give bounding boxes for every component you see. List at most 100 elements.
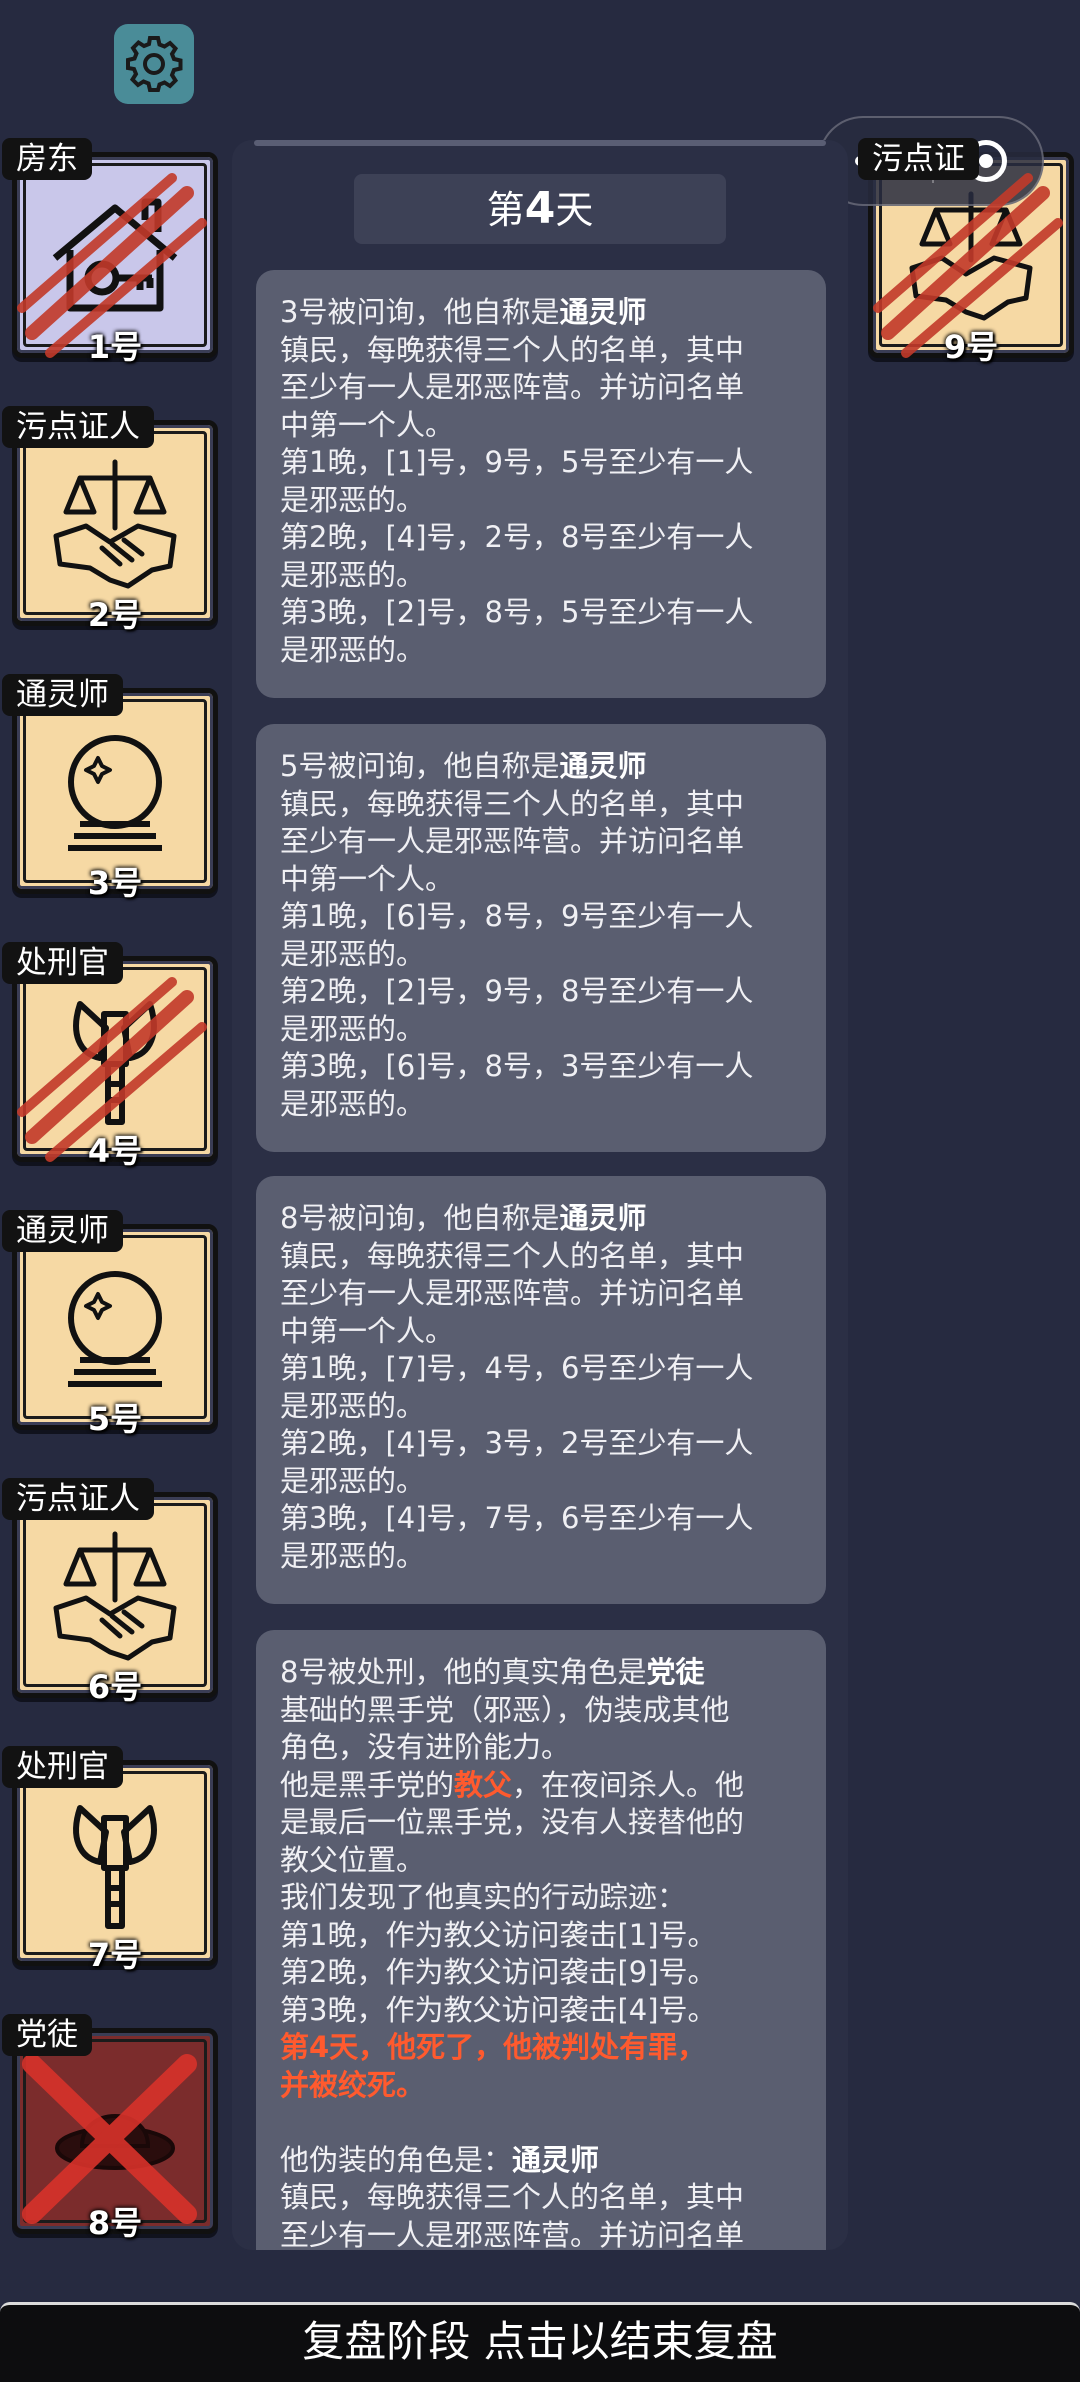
line-text: 第1晚，[1]号，9号，5号至少有一人 [280, 445, 754, 479]
end-review-button[interactable]: 复盘阶段 点击以结束复盘 [0, 2302, 1080, 2382]
line-text: 镇民，每晚获得三个人的名单，其中 [280, 1238, 745, 1273]
player-number: 3号 [87, 864, 143, 902]
line-text: 教父位置。 [280, 1842, 426, 1877]
message-line: 第2晚，[4]号，2号，8号至少有一人 [280, 519, 802, 557]
role-tag: 通灵师 [2, 1210, 123, 1252]
message-line: 8号被问询，他自称是通灵师 [280, 1200, 802, 1238]
highlight-text: 教父 [454, 1767, 513, 1802]
line-text: 是邪恶的。 [280, 1086, 426, 1121]
line-text: 是邪恶的。 [280, 1463, 426, 1498]
message-line: 并被绞死。 [280, 2067, 802, 2105]
message-line: 镇民，每晚获得三个人的名单，其中 [280, 332, 802, 370]
line-text: 第1晚，[6]号，8号，9号至少有一人 [280, 899, 754, 933]
player-card-7[interactable]: 处刑官 7号 [2, 1746, 218, 1991]
line-text: 第3晚，[2]号，8号，5号至少有一人 [280, 595, 754, 629]
message-line: 中第一个人。 [280, 1313, 802, 1351]
role-tag: 处刑官 [2, 1746, 123, 1788]
line-text: 我们发现了他真实的行动踪迹： [280, 1880, 687, 1914]
player-number: 9号 [943, 328, 999, 366]
line-text: 基础的黑手党（邪恶），伪装成其他 [280, 1692, 730, 1727]
scales-handshake-icon [53, 459, 177, 589]
message-line [280, 2104, 802, 2142]
role-tag: 污点证人 [2, 406, 154, 448]
line-text: ，在夜间杀人。他 [512, 1767, 745, 1802]
message-line: 至少有一人是邪恶阵营。并访问名单 [280, 1275, 802, 1313]
message-line: 镇民，每晚获得三个人的名单，其中 [280, 2179, 802, 2217]
line-text: 至少有一人是邪恶阵营。并访问名单 [280, 1276, 745, 1310]
line-text: 是邪恶的。 [280, 1538, 426, 1573]
player-card-8[interactable]: 党徒 8号 [2, 2014, 218, 2259]
message-line: 是邪恶的。 [280, 1463, 802, 1501]
day-prefix: 第 [486, 188, 525, 232]
role-name: 通灵师 [512, 2142, 600, 2177]
message-line: 他是黑手党的教父，在夜间杀人。他 [280, 1767, 802, 1805]
message-line: 中第一个人。 [280, 861, 802, 899]
role-tag: 通灵师 [2, 674, 123, 716]
line-text: 镇民，每晚获得三个人的名单，其中 [280, 332, 745, 367]
line-text: 是邪恶的。 [280, 557, 426, 592]
line-text: 第3晚，作为教父访问袭击[4]号。 [280, 1992, 717, 2027]
line-text: 是邪恶的。 [280, 632, 426, 667]
gear-icon [126, 36, 183, 92]
log-message-2: 5号被问询，他自称是通灵师 镇民，每晚获得三个人的名单，其中 至少有一人是邪恶阵营。… [256, 724, 826, 1152]
line-text: 第2晚，[2]号，9号，8号至少有一人 [280, 974, 754, 1008]
player-number: 1号 [87, 328, 143, 366]
line-text: 他是黑手党的 [280, 1767, 455, 1802]
player-card-1[interactable]: 房东 1号 [2, 138, 218, 383]
message-line: 8号被处刑，他的真实角色是党徒 [280, 1654, 802, 1692]
line-text: 5号被问询，他自称是 [280, 749, 560, 783]
message-line: 3号被问询，他自称是通灵师 [280, 294, 802, 332]
message-line: 第3晚，作为教父访问袭击[4]号。 [280, 1992, 802, 2030]
player-card-2[interactable]: 污点证人 2号 [2, 406, 218, 651]
line-text: 镇民，每晚获得三个人的名单，其中 [280, 2180, 745, 2214]
highlight-text: 并被绞死。 [280, 2067, 426, 2102]
message-line: 是邪恶的。 [280, 557, 802, 595]
role-tag: 污点证 [858, 138, 979, 180]
message-line: 是邪恶的。 [280, 1011, 802, 1049]
player-card-3[interactable]: 通灵师 3号 [2, 674, 218, 919]
line-text: 8号被问询，他自称是 [280, 1201, 560, 1235]
message-line: 镇民，每晚获得三个人的名单，其中 [280, 1238, 802, 1276]
message-line: 基础的黑手党（邪恶），伪装成其他 [280, 1692, 802, 1730]
settings-button[interactable] [114, 24, 194, 104]
day-number: 4 [524, 183, 556, 234]
line-text: 第3晚，[4]号，7号，6号至少有一人 [280, 1501, 754, 1535]
role-tag: 房东 [2, 138, 92, 180]
line-text: 第3晚，[6]号，8号，3号至少有一人 [280, 1049, 754, 1083]
message-line: 中第一个人。 [280, 407, 802, 445]
message-line: 教父位置。 [280, 1842, 802, 1880]
line-text: 第1晚，作为教父访问袭击[1]号。 [280, 1917, 717, 1952]
line-text: 至少有一人是邪恶阵营。并访问名单 [280, 370, 745, 404]
player-card-6[interactable]: 污点证人 6号 [2, 1478, 218, 1723]
message-line: 是邪恶的。 [280, 1538, 802, 1576]
player-number: 4号 [87, 1132, 143, 1170]
player-card-5[interactable]: 通灵师 5号 [2, 1210, 218, 1455]
message-line: 第1晚，作为教父访问袭击[1]号。 [280, 1917, 802, 1955]
player-card-4[interactable]: 处刑官 4号 [2, 942, 218, 1187]
message-line: 第1晚，[6]号，8号，9号至少有一人 [280, 898, 802, 936]
role-name: 通灵师 [559, 1201, 647, 1235]
message-line: 第4天，他死了，他被判处有罪， [280, 2029, 802, 2067]
log-panel[interactable]: 第4天 3号被问询，他自称是通灵师 镇民，每晚获得三个人的名单，其中 至少有一人是邪… [232, 140, 848, 2250]
day-banner: 第4天 [354, 174, 726, 244]
message-line: 我们发现了他真实的行动踪迹： [280, 1879, 802, 1917]
message-line: 至少有一人是邪恶阵营。并访问名单 [280, 2217, 802, 2251]
log-message-1: 3号被问询，他自称是通灵师 镇民，每晚获得三个人的名单，其中 至少有一人是邪恶阵营。… [256, 270, 826, 698]
line-text: 至少有一人是邪恶阵营。并访问名单 [280, 2217, 745, 2251]
message-line: 他伪装的角色是：通灵师 [280, 2142, 802, 2180]
log-message-3: 8号被问询，他自称是通灵师 镇民，每晚获得三个人的名单，其中 至少有一人是邪恶阵营。… [256, 1176, 826, 1604]
line-text: 是邪恶的。 [280, 1011, 426, 1046]
message-line: 第1晚，[7]号，4号，6号至少有一人 [280, 1350, 802, 1388]
crystal-ball-icon [68, 1271, 162, 1387]
crystal-ball-icon [68, 735, 162, 851]
line-text: 3号被问询，他自称是 [280, 295, 560, 329]
message-line: 第3晚，[6]号，8号，3号至少有一人 [280, 1048, 802, 1086]
line-text: 第1晚，[7]号，4号，6号至少有一人 [280, 1351, 754, 1385]
highlight-text: 第4天，他死了，他被判处有罪， [280, 2030, 707, 2064]
line-text: 他伪装的角色是： [280, 2142, 513, 2177]
message-line: 至少有一人是邪恶阵营。并访问名单 [280, 369, 802, 407]
message-line: 至少有一人是邪恶阵营。并访问名单 [280, 823, 802, 861]
player-card-9[interactable]: 污点证 9号 [858, 138, 1074, 383]
message-line: 镇民，每晚获得三个人的名单，其中 [280, 786, 802, 824]
line-text: 第2晚，[4]号，3号，2号至少有一人 [280, 1426, 754, 1460]
